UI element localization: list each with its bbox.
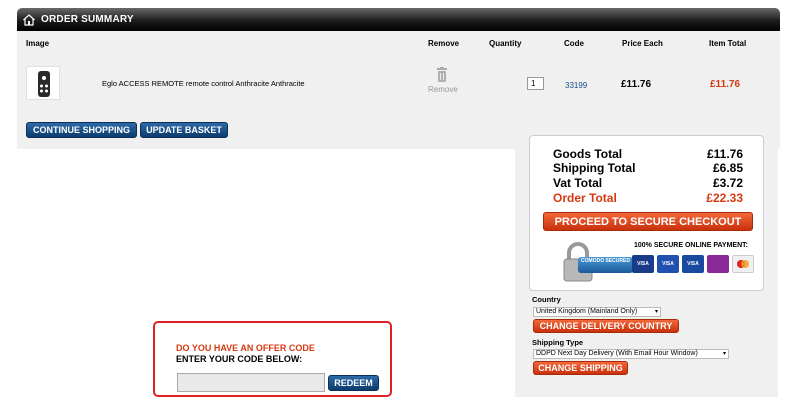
offer-code-box: DO YOU HAVE AN OFFER CODE ENTER YOUR COD… [153, 321, 392, 397]
vat-total-label: Vat Total [553, 176, 603, 190]
change-shipping-button[interactable]: CHANGE SHIPPING [533, 361, 628, 375]
page-title: ORDER SUMMARY [41, 14, 134, 25]
shipping-total-value: £6.85 [712, 161, 743, 175]
totals-box: Goods Total £11.76 Shipping Total £6.85 … [529, 135, 764, 291]
shipping-type-value: DDPD Next Day Delivery (With Email Hour … [536, 350, 698, 357]
offer-code-instruction: ENTER YOUR CODE BELOW: [176, 354, 303, 364]
goods-total-value: £11.76 [706, 147, 743, 161]
country-select[interactable]: United Kingdom (Mainland Only) ▾ [533, 307, 661, 317]
change-delivery-country-button[interactable]: CHANGE DELIVERY COUNTRY [533, 319, 679, 333]
secure-payment-text: 100% SECURE ONLINE PAYMENT: [634, 242, 748, 249]
product-code[interactable]: 33199 [565, 81, 587, 90]
col-price-each: Price Each [622, 39, 663, 48]
country-label: Country [532, 295, 561, 304]
trash-icon[interactable] [435, 67, 449, 82]
shipping-type-select[interactable]: DDPD Next Day Delivery (With Email Hour … [533, 349, 729, 359]
order-total-value: £22.33 [706, 191, 743, 205]
price-each: £11.76 [621, 79, 652, 90]
table-header: Image Remove Quantity Code Price Each It… [17, 31, 780, 55]
table-row: Eglo ACCESS REMOTE remote control Anthra… [17, 60, 780, 110]
comodo-secured-badge: COMODO SECURED [578, 257, 633, 273]
select-arrow-icon: ▾ [722, 351, 726, 357]
continue-shopping-button[interactable]: CONTINUE SHOPPING [26, 122, 137, 138]
product-image[interactable] [26, 66, 60, 100]
country-value: United Kingdom (Mainland Only) [536, 308, 638, 315]
offer-code-question: DO YOU HAVE AN OFFER CODE [176, 343, 315, 353]
proceed-checkout-button[interactable]: PROCEED TO SECURE CHECKOUT [543, 212, 753, 231]
goods-total-label: Goods Total [553, 147, 623, 161]
col-item-total: Item Total [709, 39, 747, 48]
totals-panel: Goods Total £11.76 Shipping Total £6.85 … [515, 133, 778, 397]
shipping-total-label: Shipping Total [553, 161, 636, 175]
shipping-type-label: Shipping Type [532, 338, 584, 347]
col-code: Code [564, 39, 584, 48]
offer-code-input[interactable] [177, 373, 325, 392]
visa-electron-icon: VISA [657, 255, 679, 273]
order-total-label: Order Total [553, 191, 617, 205]
maestro-card-icon [707, 255, 729, 273]
mastercard-icon [732, 255, 754, 273]
redeem-button[interactable]: REDEEM [328, 375, 379, 391]
payment-cards: VISA VISA VISA [632, 255, 754, 273]
item-total: £11.76 [710, 79, 741, 90]
quantity-input[interactable]: 1 [527, 77, 544, 90]
vat-total-value: £3.72 [712, 176, 743, 190]
home-icon [23, 13, 35, 26]
order-summary-header: ORDER SUMMARY [17, 8, 780, 31]
col-image: Image [26, 39, 50, 48]
select-arrow-icon: ▾ [654, 309, 658, 315]
visa-debit-icon: VISA [682, 255, 704, 273]
col-quantity: Quantity [489, 39, 522, 48]
visa-card-icon: VISA [632, 255, 654, 273]
update-basket-button[interactable]: UPDATE BASKET [140, 122, 228, 138]
product-name[interactable]: Eglo ACCESS REMOTE remote control Anthra… [102, 79, 305, 88]
col-remove: Remove [428, 39, 460, 48]
remove-link[interactable]: Remove [428, 85, 458, 94]
